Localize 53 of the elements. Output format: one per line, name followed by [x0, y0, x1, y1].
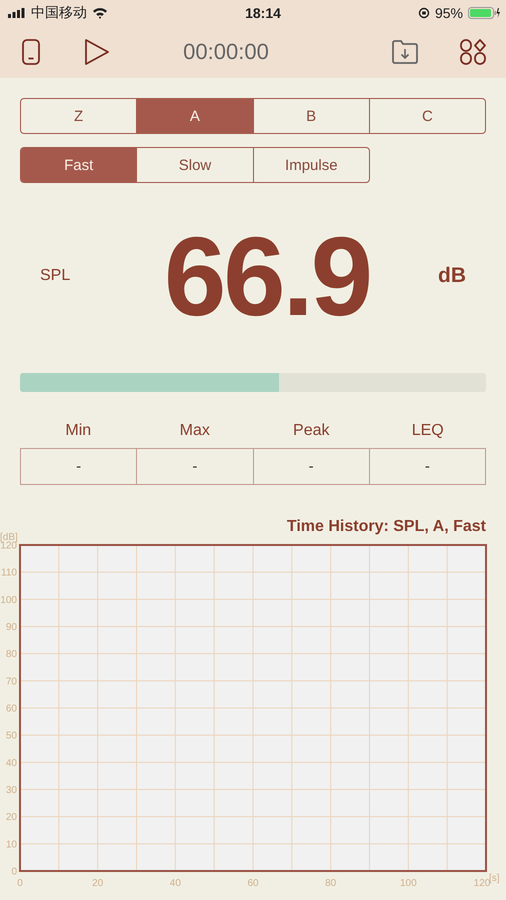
y-tick-label: 100: [0, 594, 17, 606]
stat-label: Max: [178, 422, 211, 440]
y-tick-label: 0: [11, 866, 17, 878]
y-tick-label: 40: [6, 758, 17, 769]
weighting-tab[interactable]: Z: [21, 99, 136, 133]
stat-value-cell: -: [252, 449, 369, 484]
x-tick-label: 60: [247, 878, 259, 889]
y-axis-unit: [dB]: [0, 532, 18, 543]
stat-value-cell: -: [136, 449, 252, 484]
carrier-name: 中国移动: [31, 4, 87, 22]
y-tick-label: 120: [0, 540, 17, 552]
chart-title: Time History: SPL, A, Fast: [286, 518, 486, 535]
y-tick-label: 20: [6, 812, 17, 824]
y-tick-label: 80: [6, 649, 17, 660]
reading-label: SPL: [39, 267, 72, 285]
timer: 00:00:00: [182, 38, 270, 64]
stat-value-cell-text: -: [75, 457, 82, 477]
weighting-tab[interactable]: B: [252, 99, 369, 133]
x-tick-label: 80: [325, 878, 336, 889]
time-weighting-tab[interactable]: Impulse: [252, 148, 369, 182]
battery-icon: [468, 6, 500, 18]
wifi-icon: [92, 6, 108, 18]
x-tick-label: 0: [17, 878, 23, 889]
time-weighting-tab[interactable]: Fast: [21, 148, 136, 182]
stat-label: Peak: [292, 422, 330, 440]
sound-level-value: 66.9: [163, 212, 371, 340]
x-axis-unit: [s]: [489, 873, 500, 884]
rotation-lock-icon: [418, 6, 430, 18]
grid-icon[interactable]: [460, 38, 486, 64]
x-tick-label: 100: [400, 878, 417, 889]
time-weighting-tab[interactable]: Slow: [136, 148, 253, 182]
battery-percent: 95%: [434, 4, 463, 20]
y-tick-label: 70: [6, 676, 17, 688]
y-tick-label: 30: [6, 785, 17, 796]
download-icon[interactable]: [392, 40, 418, 64]
stat-value-cell: -: [368, 449, 485, 484]
y-tick-label: 90: [6, 622, 17, 633]
x-tick-label: 120: [474, 878, 490, 889]
y-tick-label: 50: [6, 730, 17, 742]
stat-label: Min: [64, 422, 92, 440]
y-tick-label: 60: [6, 704, 17, 714]
play-icon[interactable]: [84, 38, 110, 64]
x-tick-label: 20: [92, 878, 104, 889]
signal-icon: [8, 8, 26, 18]
reading-unit: dB: [438, 264, 467, 288]
clock-time: 18:14: [245, 4, 281, 20]
y-tick-label: 110: [1, 568, 17, 579]
phone-icon[interactable]: [22, 38, 40, 64]
x-tick-label: 40: [170, 878, 181, 889]
weighting-tab[interactable]: A: [136, 99, 252, 133]
stat-label: LEQ: [410, 422, 445, 440]
weighting-tab[interactable]: C: [368, 99, 485, 133]
y-tick-label: 10: [6, 839, 17, 850]
